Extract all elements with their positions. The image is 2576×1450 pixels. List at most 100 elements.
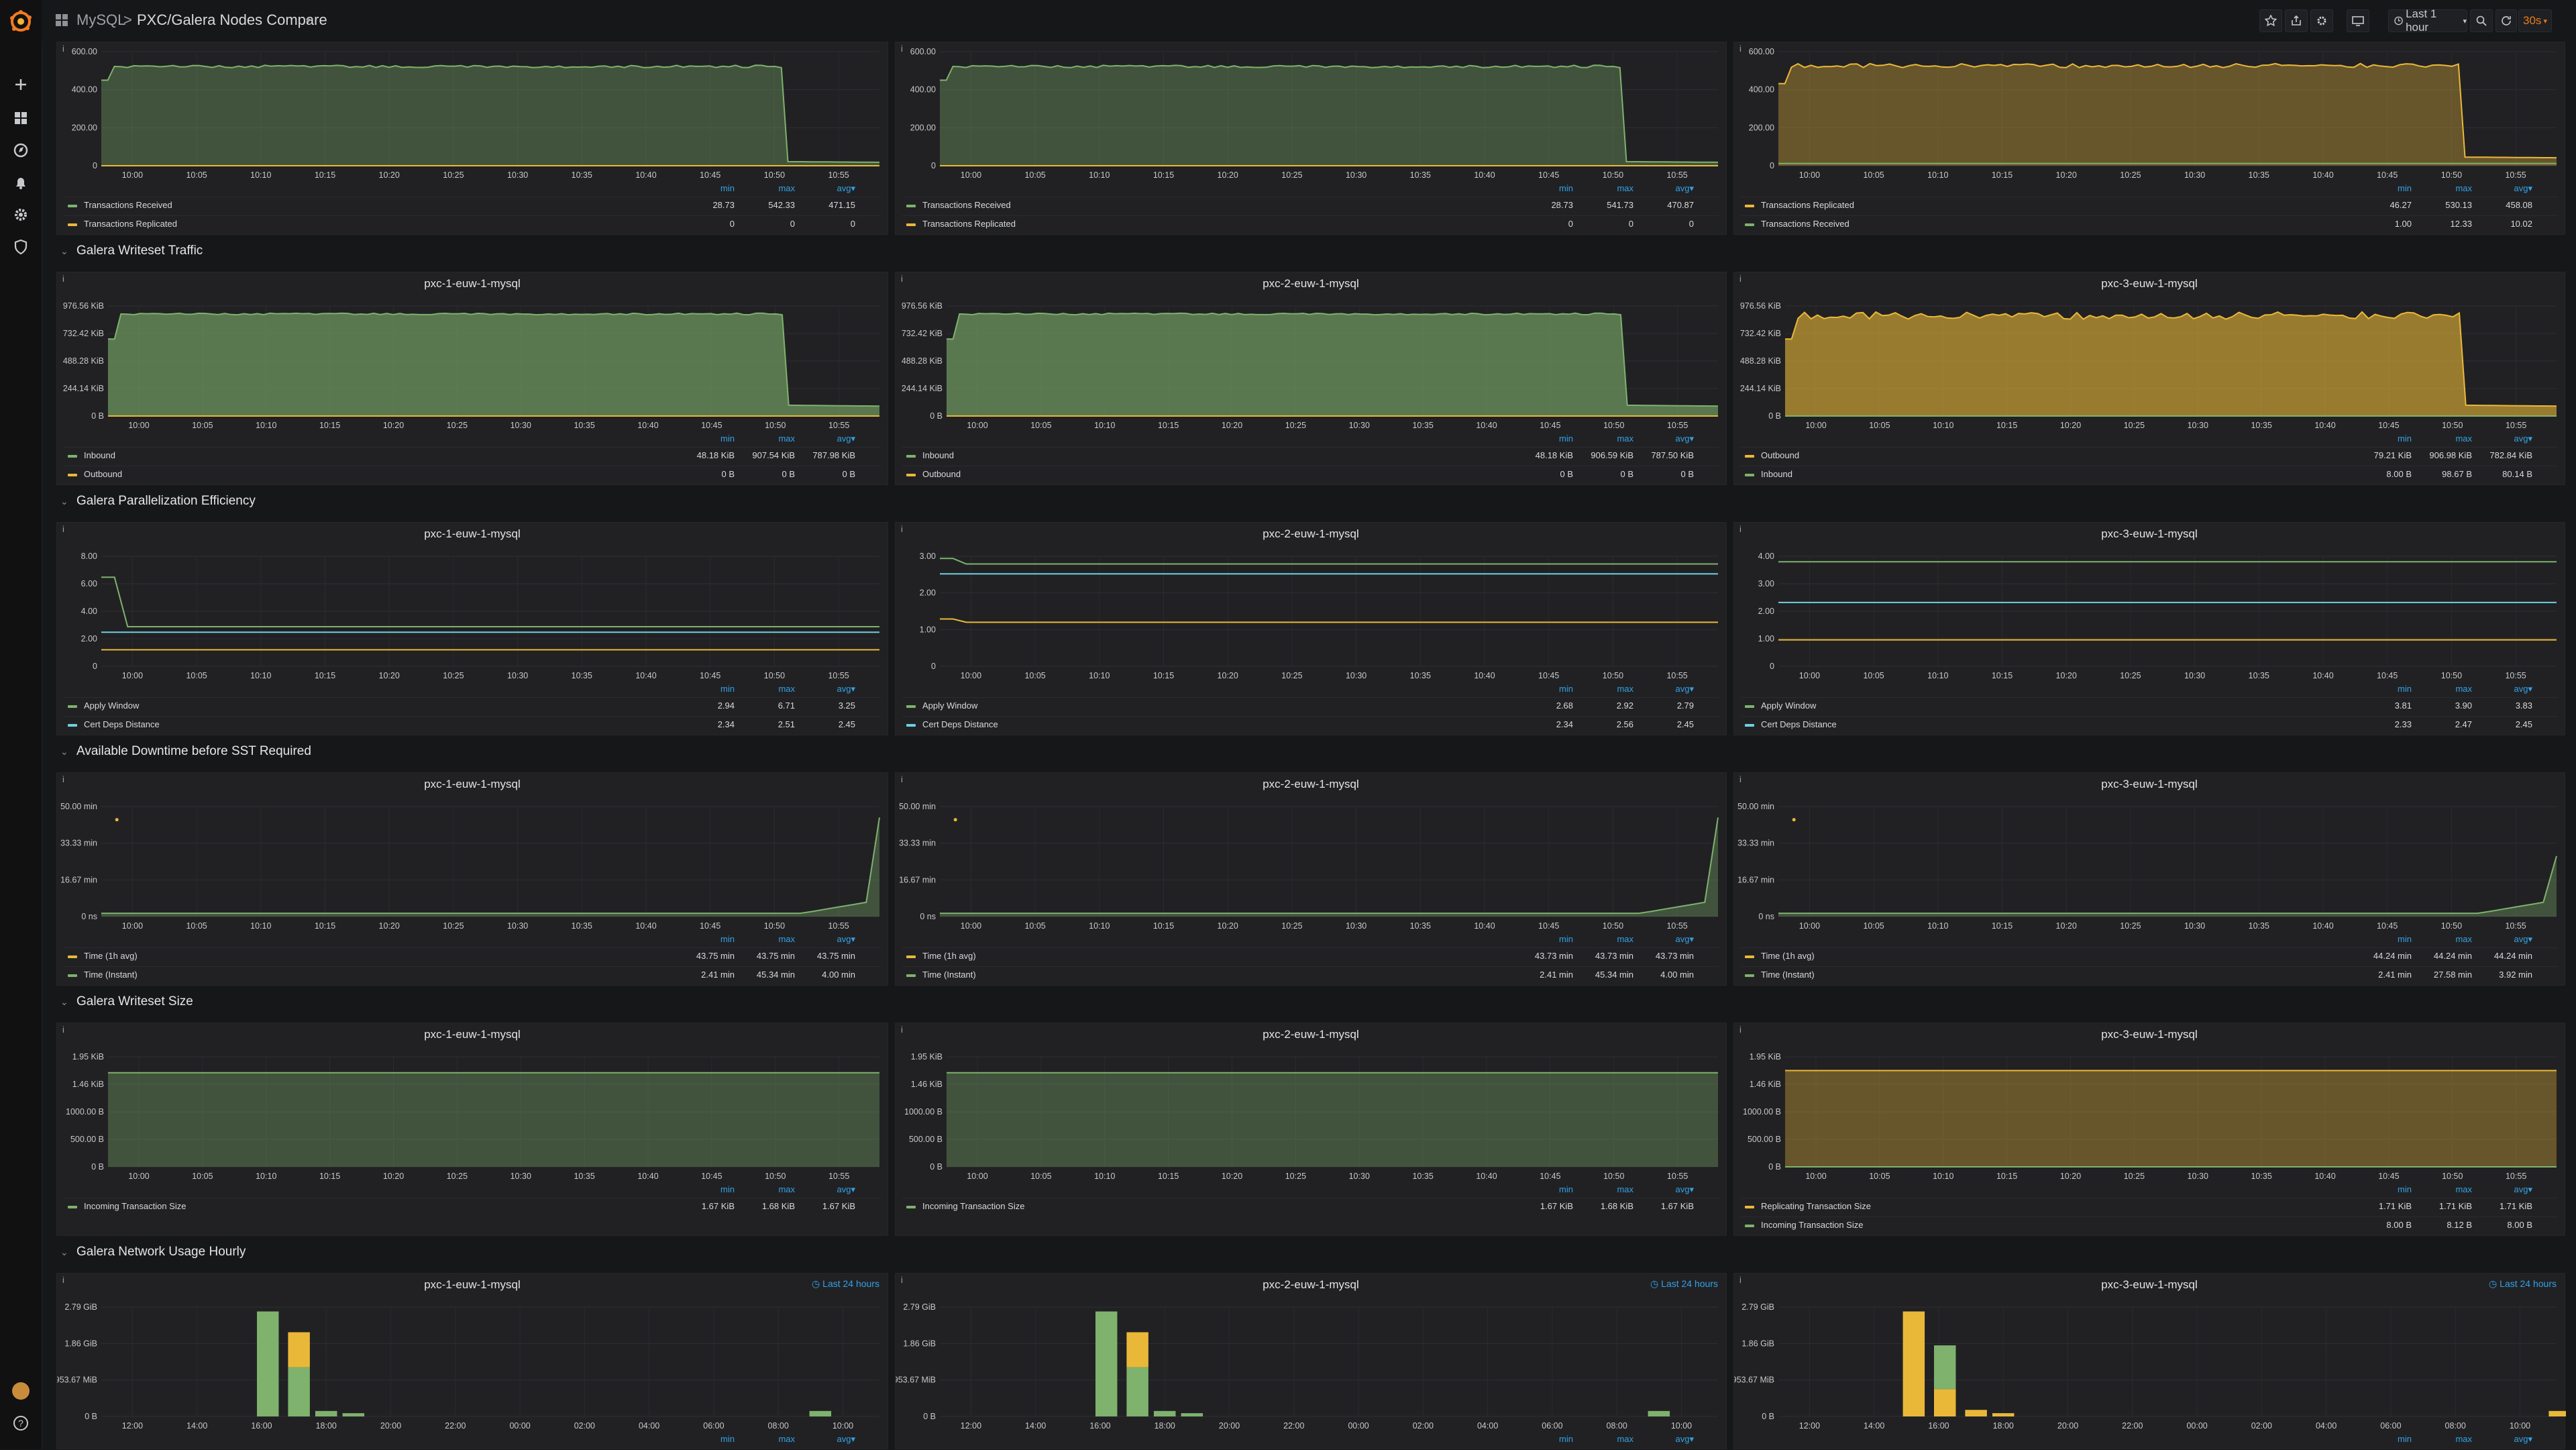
dashboard-title[interactable]: PXC/Galera Nodes Compare: [137, 11, 327, 29]
legend-swatch[interactable]: [906, 205, 916, 207]
legend-row[interactable]: Incoming Transaction Size 8.00 B 8.12 B 8.0…: [1741, 1216, 2558, 1233]
legend-col-min[interactable]: min: [2358, 1184, 2412, 1194]
graph-panel[interactable]: i pxc-1-euw-1-mysql 1.95 KiB 1.46 KiB 1000.0…: [56, 1023, 888, 1236]
legend-col-max[interactable]: max: [1580, 433, 1633, 444]
legend-row[interactable]: Transactions Received 1.00 12.33 10.02: [1741, 215, 2558, 232]
row-header[interactable]: ⌄ Available Downtime before SST Required: [60, 744, 311, 763]
legend-col-avg[interactable]: avg▾: [2479, 934, 2533, 945]
row-header[interactable]: ⌄ Galera Writeset Traffic: [60, 244, 203, 262]
legend-col-min[interactable]: min: [2358, 183, 2412, 193]
legend-col-max[interactable]: max: [2418, 684, 2472, 694]
legend-col-min[interactable]: min: [1519, 1434, 1573, 1444]
tv-mode-button[interactable]: [2347, 9, 2369, 32]
legend-series-name[interactable]: Transactions Replicated: [84, 219, 177, 229]
legend-row[interactable]: Transactions Replicated 0 0 0: [902, 215, 1719, 232]
legend-series-name[interactable]: Inbound: [84, 450, 115, 460]
legend-col-avg[interactable]: avg▾: [1640, 1434, 1695, 1445]
legend-col-min[interactable]: min: [681, 684, 735, 694]
graph-panel[interactable]: i 600.00 400.00 200.00 0 10:00 10:05 10:10 10:15…: [56, 42, 888, 235]
graph-panel[interactable]: i 600.00 400.00 200.00 0 10:00 10:05 10:10 10:15…: [895, 42, 1727, 235]
legend-row[interactable]: Outbound 0 B 0 B 0 B: [902, 466, 1719, 482]
legend-row[interactable]: Time (1h avg) 43.75 min 43.75 min 43.75 min: [64, 947, 881, 964]
legend-swatch[interactable]: [906, 955, 916, 958]
row-header[interactable]: ⌄ Galera Network Usage Hourly: [60, 1245, 246, 1263]
legend-col-min[interactable]: min: [2358, 684, 2412, 694]
graph-panel[interactable]: i pxc-1-euw-1-mysql ◷ Last 24 hours 2.79 Gi…: [56, 1273, 888, 1449]
legend-col-min[interactable]: min: [2358, 934, 2412, 944]
legend-series-name[interactable]: Time (Instant): [922, 970, 976, 980]
legend-row[interactable]: Transactions Received 28.73 541.73 470.87: [902, 197, 1719, 213]
legend-series-name[interactable]: Cert Deps Distance: [84, 719, 160, 729]
legend-swatch[interactable]: [1745, 974, 1754, 977]
legend-series-name[interactable]: Time (1h avg): [84, 951, 138, 961]
legend-row[interactable]: Transactions Replicated 46.27 530.13 458.08: [1741, 197, 2558, 213]
legend-col-max[interactable]: max: [741, 684, 795, 694]
legend-col-min[interactable]: min: [1519, 433, 1573, 444]
legend-col-avg[interactable]: avg▾: [802, 433, 856, 444]
legend-row[interactable]: Inbound 8.00 B 98.67 B 80.14 B: [1741, 466, 2558, 482]
graph-panel[interactable]: i pxc-2-euw-1-mysql 50.00 min 33.33 min 16.6…: [895, 772, 1727, 986]
legend-row[interactable]: Cert Deps Distance 2.33 2.47 2.45: [1741, 716, 2558, 733]
graph-canvas[interactable]: 2.79 GiB 1.86 GiB 953.67 MiB 0 B 12:00 14:00 1…: [1734, 1274, 2566, 1450]
legend-col-max[interactable]: max: [741, 433, 795, 444]
graph-panel[interactable]: i pxc-2-euw-1-mysql 3.00 2.00 1.00 0 10:00 10:0…: [895, 522, 1727, 735]
legend-col-max[interactable]: max: [2418, 1184, 2472, 1194]
legend-row[interactable]: Time (Instant) 2.41 min 45.34 min 4.00 min: [64, 966, 881, 983]
plus-icon[interactable]: [12, 76, 30, 93]
share-button[interactable]: [2285, 9, 2308, 32]
refresh-button[interactable]: [2496, 9, 2517, 32]
row-header[interactable]: ⌄ Galera Parallelization Efficiency: [60, 494, 256, 513]
graph-canvas[interactable]: 2.79 GiB 1.86 GiB 953.67 MiB 0 B 12:00 14:00 1…: [57, 1274, 889, 1450]
legend-row[interactable]: Inbound 48.18 KiB 907.54 KiB 787.98 KiB: [64, 447, 881, 464]
legend-row[interactable]: Replicating Transaction Size 1.71 KiB 1.71…: [1741, 1198, 2558, 1214]
legend-row[interactable]: Incoming Transaction Size 1.67 KiB 1.68 Ki…: [902, 1198, 1719, 1214]
legend-col-max[interactable]: max: [741, 183, 795, 193]
legend-row[interactable]: Cert Deps Distance 2.34 2.56 2.45: [902, 716, 1719, 733]
legend-row[interactable]: Incoming Transaction Size 1.67 KiB 1.68 Ki…: [64, 1198, 881, 1214]
legend-series-name[interactable]: Inbound: [922, 450, 954, 460]
legend-col-min[interactable]: min: [1519, 934, 1573, 944]
graph-panel[interactable]: i pxc-2-euw-1-mysql 1.95 KiB 1.46 KiB 1000.0…: [895, 1023, 1727, 1236]
legend-swatch[interactable]: [1745, 955, 1754, 958]
legend-col-avg[interactable]: avg▾: [1640, 433, 1695, 444]
legend-swatch[interactable]: [906, 474, 916, 476]
legend-col-avg[interactable]: avg▾: [802, 1184, 856, 1195]
legend-col-min[interactable]: min: [681, 1184, 735, 1194]
legend-col-min[interactable]: min: [681, 934, 735, 944]
legend-swatch[interactable]: [68, 724, 77, 727]
legend-swatch[interactable]: [906, 974, 916, 977]
legend-col-avg[interactable]: avg▾: [2479, 183, 2533, 194]
legend-series-name[interactable]: Replicating Transaction Size: [1761, 1201, 1871, 1211]
graph-panel[interactable]: i pxc-3-euw-1-mysql 1.95 KiB 1.46 KiB 1000.0…: [1733, 1023, 2565, 1236]
graph-panel[interactable]: i pxc-1-euw-1-mysql 976.56 KiB 732.42 KiB 48…: [56, 272, 888, 485]
legend-swatch[interactable]: [1745, 205, 1754, 207]
legend-series-name[interactable]: Transactions Replicated: [1761, 200, 1854, 210]
legend-col-max[interactable]: max: [2418, 934, 2472, 944]
legend-swatch[interactable]: [1745, 1206, 1754, 1208]
legend-series-name[interactable]: Transactions Received: [922, 200, 1011, 210]
legend-col-max[interactable]: max: [1580, 183, 1633, 193]
star-button[interactable]: [2259, 9, 2282, 32]
graph-canvas[interactable]: 2.79 GiB 1.86 GiB 953.67 MiB 0 B 12:00 14:00 1…: [896, 1274, 1727, 1450]
legend-swatch[interactable]: [68, 974, 77, 977]
legend-swatch[interactable]: [68, 705, 77, 708]
legend-col-max[interactable]: max: [1580, 684, 1633, 694]
legend-col-avg[interactable]: avg▾: [802, 1434, 856, 1445]
legend-col-min[interactable]: min: [1519, 1184, 1573, 1194]
legend-col-min[interactable]: min: [681, 433, 735, 444]
legend-series-name[interactable]: Outbound: [922, 469, 961, 479]
legend-series-name[interactable]: Cert Deps Distance: [1761, 719, 1837, 729]
legend-col-avg[interactable]: avg▾: [1640, 684, 1695, 694]
legend-series-name[interactable]: Time (Instant): [84, 970, 138, 980]
time-picker-button[interactable]: Last 1 hour ▾: [2388, 7, 2467, 34]
legend-row[interactable]: Time (1h avg) 44.24 min 44.24 min 44.24 min: [1741, 947, 2558, 964]
legend-series-name[interactable]: Transactions Received: [84, 200, 172, 210]
breadcrumb-folder[interactable]: MySQL: [76, 11, 125, 29]
legend-col-min[interactable]: min: [2358, 433, 2412, 444]
legend-series-name[interactable]: Apply Window: [922, 701, 977, 711]
legend-col-min[interactable]: min: [1519, 684, 1573, 694]
legend-col-avg[interactable]: avg▾: [802, 934, 856, 945]
legend-swatch[interactable]: [68, 455, 77, 458]
settings-button[interactable]: [2310, 9, 2333, 32]
legend-row[interactable]: Inbound 48.18 KiB 906.59 KiB 787.50 KiB: [902, 447, 1719, 464]
